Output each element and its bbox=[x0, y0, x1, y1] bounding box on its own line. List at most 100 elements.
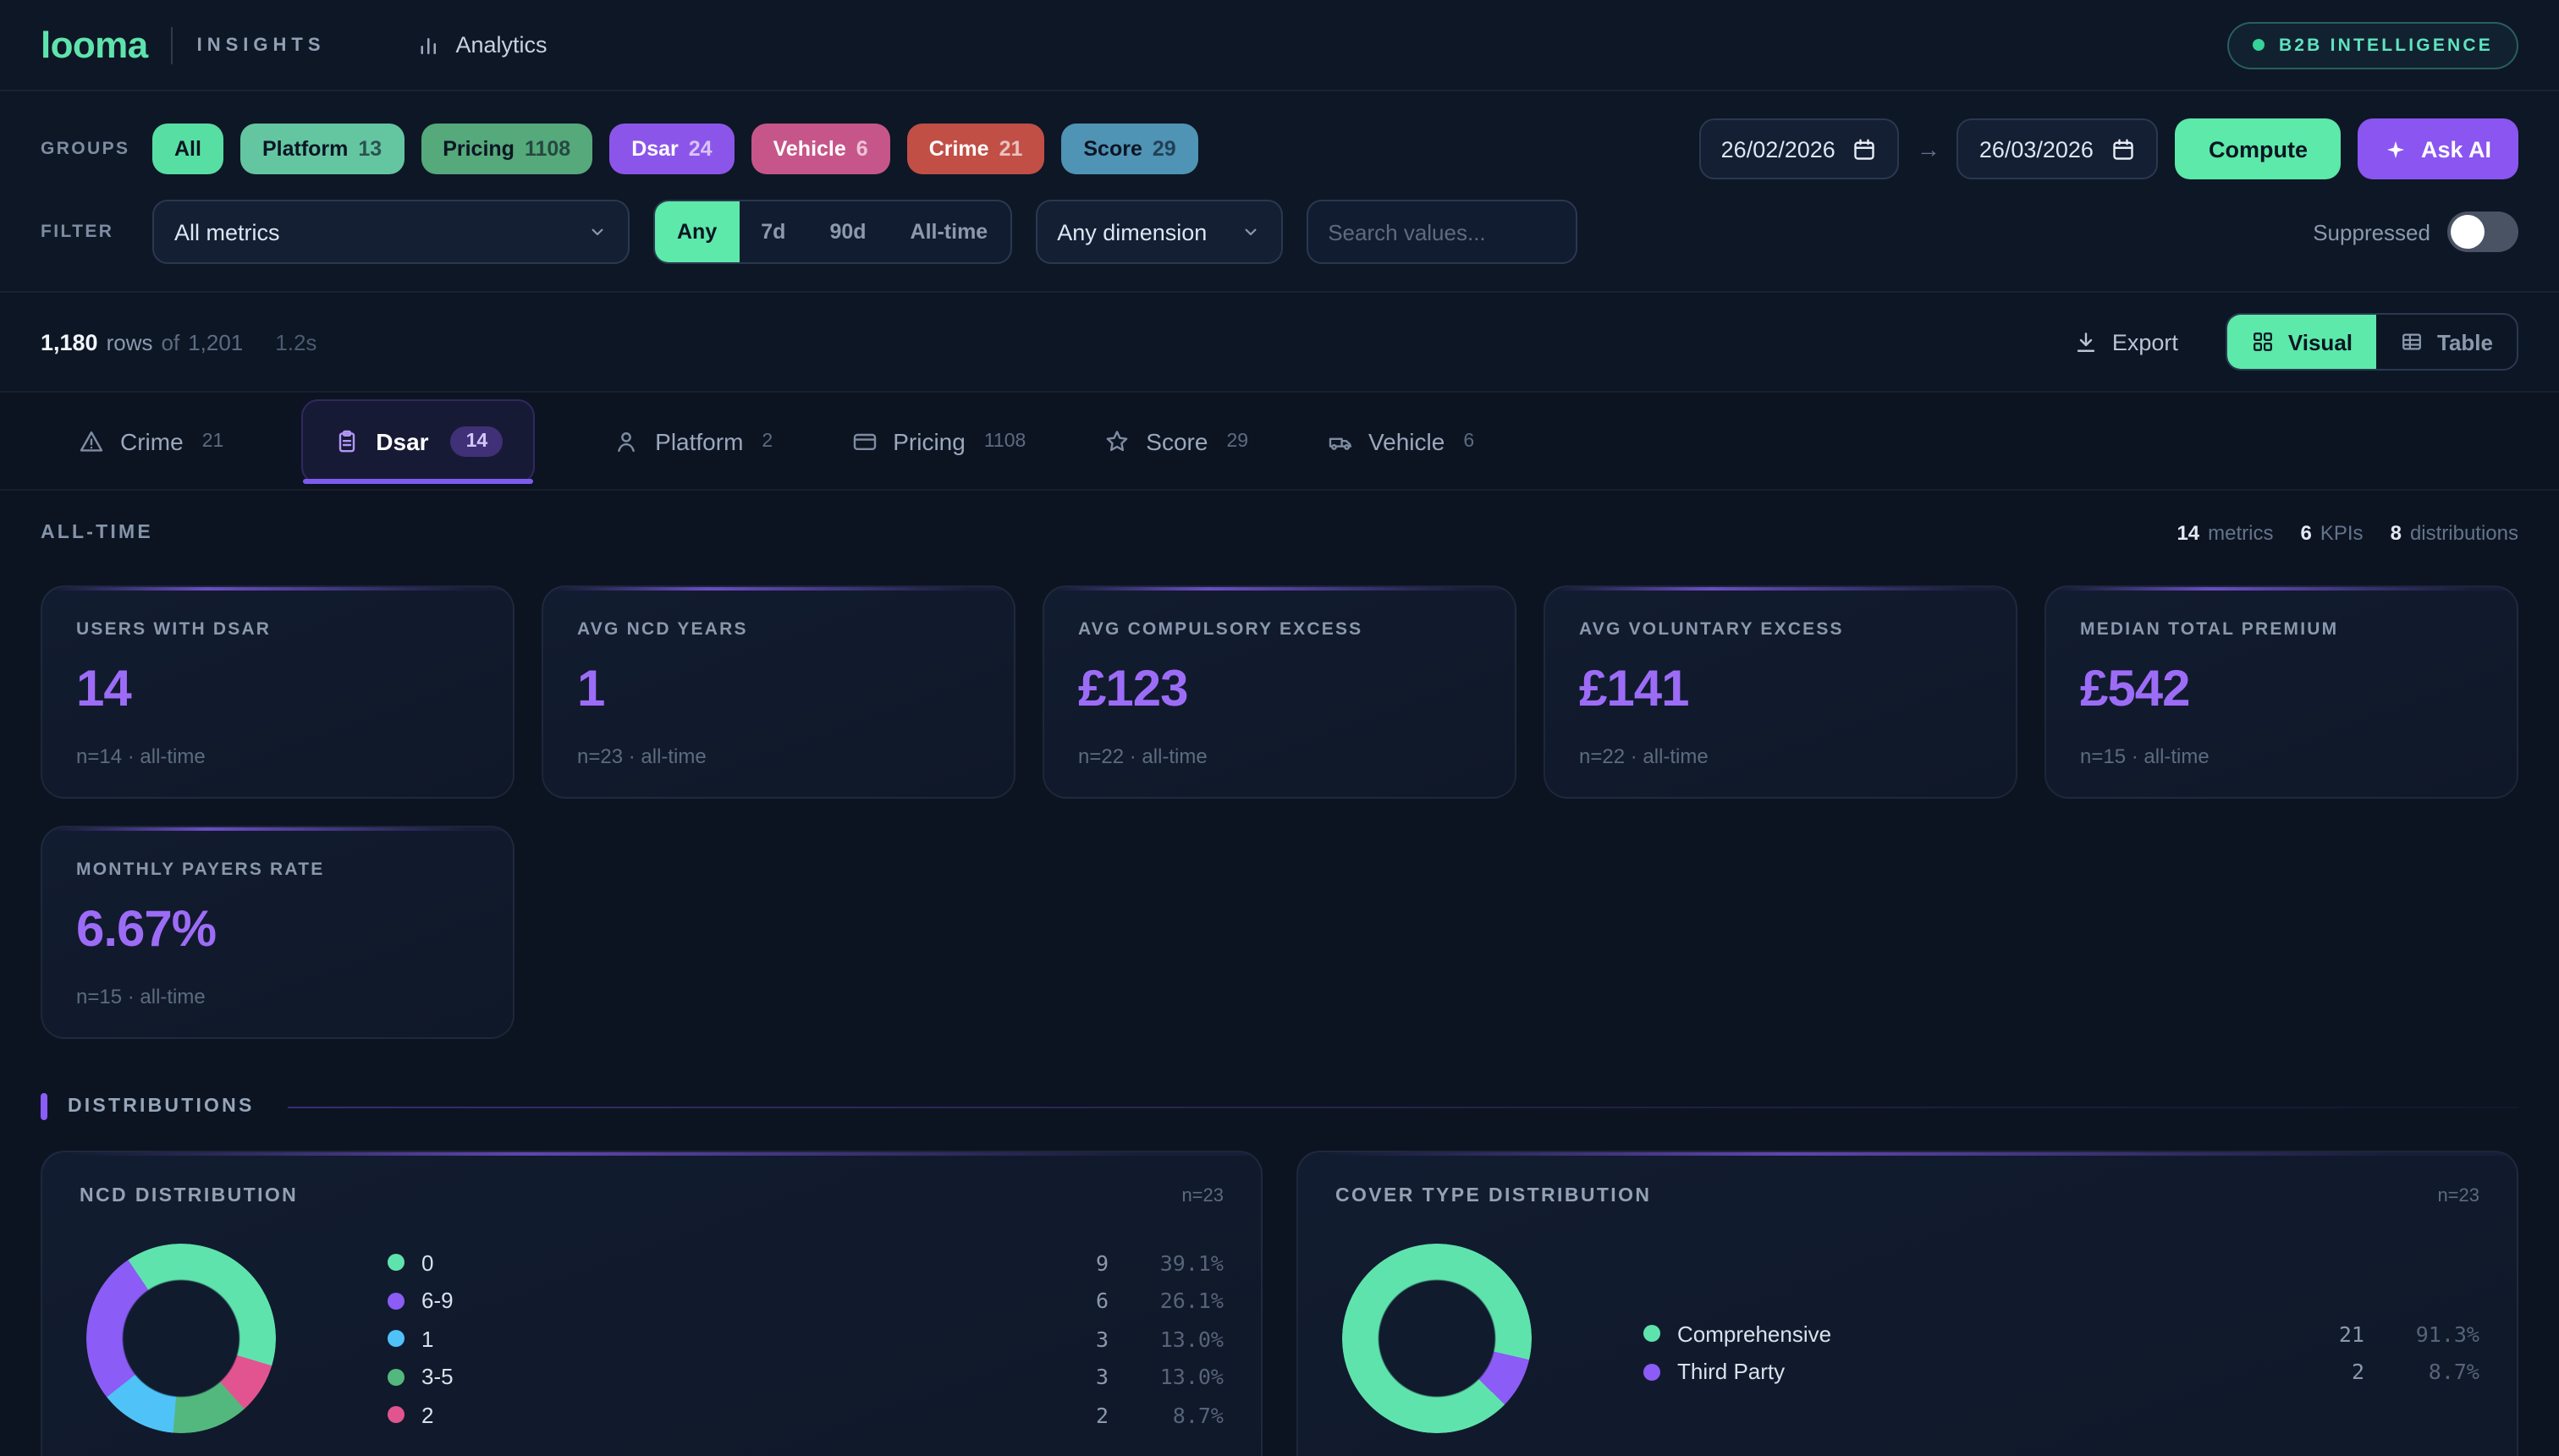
group-chip-label: Dsar bbox=[631, 137, 679, 161]
time-range-option[interactable]: 90d bbox=[807, 201, 888, 262]
group-tab[interactable]: Vehicle 6 bbox=[1326, 393, 1474, 489]
chart-sample-size: n=23 bbox=[2437, 1186, 2479, 1206]
group-tab[interactable]: Score 29 bbox=[1103, 393, 1248, 489]
kpi-label: USERS WITH DSAR bbox=[76, 619, 479, 640]
user-icon bbox=[613, 427, 640, 454]
meta-number: 6 bbox=[2301, 521, 2312, 545]
group-tab[interactable]: Crime 21 bbox=[78, 393, 223, 489]
date-from-input[interactable]: 26/02/2026 bbox=[1699, 118, 1900, 179]
ask-ai-button[interactable]: Ask AI bbox=[2358, 118, 2518, 179]
group-chip-count: 21 bbox=[999, 137, 1023, 161]
group-chip[interactable]: Pricing 1108 bbox=[421, 124, 592, 174]
time-range-option-label: 7d bbox=[761, 220, 785, 244]
time-range-option[interactable]: 7d bbox=[739, 201, 807, 262]
group-chip-label: Score bbox=[1083, 137, 1142, 161]
time-range-segment: Any 7d 90d All-time bbox=[653, 200, 1011, 264]
group-chip[interactable]: All bbox=[152, 124, 223, 174]
group-tab-label: Dsar bbox=[376, 427, 428, 454]
chart-header: COVER TYPE DISTRIBUTION n=23 bbox=[1335, 1186, 2479, 1206]
legend-dot-icon bbox=[388, 1331, 404, 1348]
group-chip[interactable]: Dsar 24 bbox=[609, 124, 734, 174]
group-chip-count: 13 bbox=[358, 137, 382, 161]
legend-label: Third Party bbox=[1677, 1360, 2270, 1385]
kpi-subtext: n=22 · all-time bbox=[1078, 744, 1481, 768]
kpi-card: AVG VOLUNTARY EXCESS £141 n=22 · all-tim… bbox=[1544, 585, 2017, 799]
section-header: ALL-TIME 14 metrics 6 KPIs 8 distributio… bbox=[0, 491, 2559, 555]
time-range-option[interactable]: All-time bbox=[889, 201, 1010, 262]
calendar-icon bbox=[1852, 136, 1878, 162]
kpi-subtext: n=15 · all-time bbox=[76, 985, 479, 1008]
meta-word: KPIs bbox=[2320, 521, 2364, 545]
legend-dot-icon bbox=[388, 1369, 404, 1386]
legend-label: Comprehensive bbox=[1677, 1321, 2270, 1347]
kpi-card: AVG NCD YEARS 1 n=23 · all-time bbox=[542, 585, 1015, 799]
compute-button[interactable]: Compute bbox=[2175, 118, 2342, 179]
search-values-input[interactable] bbox=[1306, 200, 1577, 264]
kpi-label: AVG VOLUNTARY EXCESS bbox=[1579, 619, 1982, 640]
legend-row: 2 2 8.7% bbox=[388, 1396, 1224, 1434]
legend-count: 2 bbox=[2270, 1360, 2364, 1385]
nav-analytics[interactable]: Analytics bbox=[407, 30, 558, 59]
suppressed-control: Suppressed bbox=[2313, 212, 2518, 252]
legend-label: 2 bbox=[421, 1403, 1014, 1428]
row-count: 1,180 rows of 1,201 1.2s bbox=[41, 329, 316, 354]
group-chip-label: Crime bbox=[929, 137, 989, 161]
chart-body: Comprehensive 21 91.3% Third Party 2 8.7… bbox=[1335, 1244, 2479, 1433]
legend-percent: 91.3% bbox=[2364, 1321, 2479, 1347]
time-range-option-label: All-time bbox=[911, 220, 988, 244]
legend-count: 3 bbox=[1014, 1327, 1109, 1352]
date-controls: 26/02/2026 → 26/03/2026 Compute Ask AI bbox=[1699, 118, 2518, 179]
group-tab-count: 1108 bbox=[984, 431, 1026, 451]
meta-item: 14 metrics bbox=[2177, 521, 2273, 545]
kpi-value: 1 bbox=[577, 662, 980, 719]
suppressed-toggle[interactable] bbox=[2447, 212, 2518, 252]
toggle-knob bbox=[2451, 215, 2485, 249]
group-chip[interactable]: Score 29 bbox=[1061, 124, 1197, 174]
group-chip[interactable]: Vehicle 6 bbox=[751, 124, 890, 174]
legend-label: 1 bbox=[421, 1327, 1014, 1352]
chart-header: NCD DISTRIBUTION n=23 bbox=[80, 1186, 1224, 1206]
kpi-value: £141 bbox=[1579, 662, 1982, 719]
legend-row: 6-9 6 26.1% bbox=[388, 1282, 1224, 1320]
clipboard-icon bbox=[333, 427, 360, 454]
view-visual-button[interactable]: Visual bbox=[2227, 315, 2376, 369]
legend-dot-icon bbox=[388, 1293, 404, 1310]
kpi-label: MEDIAN TOTAL PREMIUM bbox=[2080, 619, 2483, 640]
section-meta: 14 metrics 6 KPIs 8 distributions bbox=[2177, 521, 2518, 545]
legend-row: Comprehensive 21 91.3% bbox=[1643, 1315, 2479, 1353]
group-tab[interactable]: Dsar 14 bbox=[301, 398, 535, 483]
dimension-select-value: Any dimension bbox=[1057, 219, 1207, 244]
cover-type-distribution-card: COVER TYPE DISTRIBUTION n=23 Comprehensi… bbox=[1296, 1151, 2518, 1456]
view-table-label: Table bbox=[2437, 329, 2493, 354]
suppressed-label: Suppressed bbox=[2313, 219, 2430, 244]
date-to-input[interactable]: 26/03/2026 bbox=[1957, 118, 2158, 179]
legend-percent: 8.7% bbox=[2364, 1360, 2479, 1385]
date-to-value: 26/03/2026 bbox=[1979, 136, 2094, 162]
time-range-option[interactable]: Any bbox=[655, 201, 739, 262]
dimension-select[interactable]: Any dimension bbox=[1035, 200, 1282, 264]
group-chip[interactable]: Platform 13 bbox=[240, 124, 404, 174]
legend-label: 0 bbox=[421, 1250, 1014, 1276]
of-word: of bbox=[162, 329, 180, 354]
group-tab-label: Score bbox=[1146, 427, 1208, 454]
legend-percent: 39.1% bbox=[1109, 1250, 1224, 1276]
brand-logo: looma bbox=[41, 23, 148, 67]
group-chip[interactable]: Crime 21 bbox=[907, 124, 1045, 174]
groups-row: GROUPS All Platform 13 Pricing bbox=[41, 118, 2518, 179]
group-chip-count: 24 bbox=[689, 137, 713, 161]
kpi-label: MONTHLY PAYERS RATE bbox=[76, 860, 479, 880]
group-tab-count: 21 bbox=[202, 431, 224, 451]
controls-section: GROUPS All Platform 13 Pricing bbox=[0, 91, 2559, 293]
group-chips: All Platform 13 Pricing 1108 Dsar bbox=[152, 124, 1198, 174]
view-table-button[interactable]: Table bbox=[2376, 315, 2517, 369]
metrics-select[interactable]: All metrics bbox=[152, 200, 630, 264]
group-tab[interactable]: Platform 2 bbox=[613, 393, 773, 489]
kpi-subtext: n=22 · all-time bbox=[1579, 744, 1982, 768]
group-tab[interactable]: Pricing 1108 bbox=[850, 393, 1026, 489]
status-dot-icon bbox=[2254, 39, 2265, 51]
group-chip-label: All bbox=[174, 137, 201, 161]
group-tab-label: Vehicle bbox=[1368, 427, 1445, 454]
chart-body: 0 9 39.1% 6-9 6 26.1% bbox=[80, 1244, 1224, 1434]
export-button[interactable]: Export bbox=[2063, 327, 2188, 356]
badge-label: B2B INTELLIGENCE bbox=[2279, 35, 2493, 55]
